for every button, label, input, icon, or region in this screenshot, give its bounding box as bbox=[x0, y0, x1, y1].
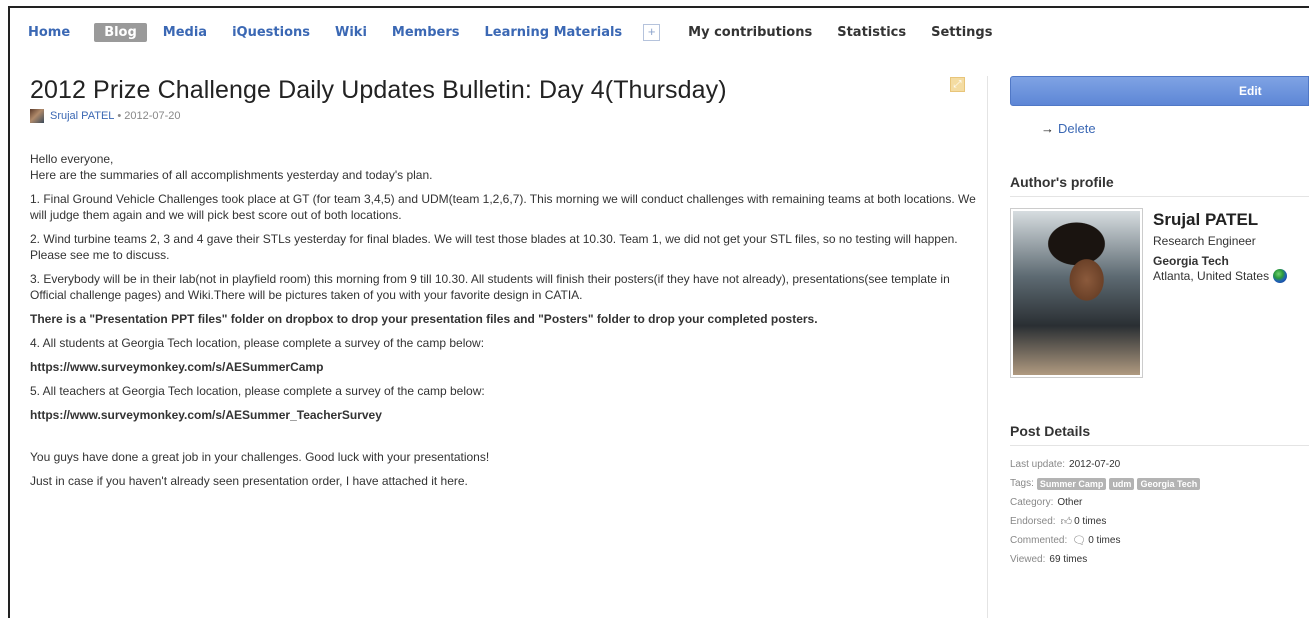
post-date: 2012-07-20 bbox=[124, 110, 181, 122]
nav-my-contributions[interactable]: My contributions bbox=[688, 25, 812, 40]
nav-blog[interactable]: Blog bbox=[94, 22, 147, 42]
profile-location-text: Atlanta, United States bbox=[1153, 269, 1270, 283]
byline-separator: • bbox=[117, 110, 122, 122]
profile-org: Georgia Tech bbox=[1153, 254, 1229, 268]
post-byline: Srujal PATEL • 2012-07-20 bbox=[30, 109, 970, 123]
comment-icon[interactable]: 🗨︎ bbox=[1072, 534, 1086, 547]
post-details-heading: Post Details bbox=[1010, 423, 1309, 446]
paragraph-6: You guys have done a great job in your c… bbox=[30, 450, 490, 464]
category-label: Category: bbox=[1010, 497, 1054, 508]
commented-label: Commented: bbox=[1010, 535, 1068, 546]
paragraph-2: 2. Wind turbine teams 2, 3 and 4 gave th… bbox=[30, 232, 958, 262]
post-body: Hello everyone, Here are the summaries o… bbox=[30, 151, 978, 497]
profile-role: Research Engineer bbox=[1153, 234, 1256, 248]
nav-iquestions[interactable]: iQuestions bbox=[232, 25, 310, 40]
detail-category: Category: Other bbox=[1010, 493, 1200, 512]
tag-georgia-tech[interactable]: Georgia Tech bbox=[1137, 477, 1201, 490]
author-link[interactable]: Srujal PATEL bbox=[50, 110, 114, 122]
paragraph-4: 4. All students at Georgia Tech location… bbox=[30, 336, 485, 350]
greeting-line: Hello everyone, bbox=[30, 152, 114, 166]
nav-members[interactable]: Members bbox=[392, 25, 460, 40]
author-avatar[interactable] bbox=[30, 109, 44, 123]
globe-icon bbox=[1273, 269, 1288, 283]
nav-home[interactable]: Home bbox=[28, 25, 70, 40]
last-update-value: 2012-07-20 bbox=[1069, 459, 1121, 470]
endorsed-value: 0 times bbox=[1074, 516, 1107, 527]
detail-endorsed: Endorsed: 👍︎ 0 times bbox=[1010, 512, 1200, 531]
add-tab-icon[interactable]: + bbox=[643, 23, 661, 41]
post-title: 2012 Prize Challenge Daily Updates Bulle… bbox=[30, 76, 727, 104]
category-value: Other bbox=[1057, 497, 1083, 508]
collapse-icon[interactable]: ⤢ bbox=[950, 77, 965, 92]
delete-link[interactable]: → Delete bbox=[1041, 121, 1096, 136]
profile-location: Atlanta, United States bbox=[1153, 269, 1288, 283]
thumbs-up-icon[interactable]: 👍︎ bbox=[1061, 515, 1073, 528]
nav-learning-materials[interactable]: Learning Materials bbox=[485, 25, 623, 40]
column-divider bbox=[987, 76, 988, 618]
last-update-label: Last update: bbox=[1010, 459, 1066, 470]
delete-label[interactable]: Delete bbox=[1058, 121, 1096, 136]
detail-tags: Tags: Summer Camp udm Georgia Tech bbox=[1010, 474, 1201, 493]
detail-last-update: Last update: 2012-07-20 bbox=[1010, 455, 1200, 474]
profile-photo[interactable] bbox=[1010, 208, 1143, 378]
post-header: 2012 Prize Challenge Daily Updates Bulle… bbox=[30, 76, 970, 123]
arrow-right-icon: → bbox=[1041, 121, 1054, 136]
viewed-label: Viewed: bbox=[1010, 554, 1046, 565]
nav-media[interactable]: Media bbox=[163, 25, 207, 40]
nav-wiki[interactable]: Wiki bbox=[335, 25, 367, 40]
top-nav: Home Blog Media iQuestions Wiki Members … bbox=[28, 14, 1017, 50]
endorsed-label: Endorsed: bbox=[1010, 516, 1056, 527]
profile-name[interactable]: Srujal PATEL bbox=[1153, 210, 1287, 230]
nav-statistics[interactable]: Statistics bbox=[837, 25, 906, 40]
detail-viewed: Viewed: 69 times bbox=[1010, 550, 1200, 569]
intro-line: Here are the summaries of all accomplish… bbox=[30, 168, 433, 182]
paragraph-7: Just in case if you haven't already seen… bbox=[30, 474, 468, 488]
profile-info: Srujal PATEL Research Engineer Georgia T… bbox=[1153, 210, 1288, 283]
tags-label: Tags: bbox=[1010, 478, 1034, 489]
tag-summer-camp[interactable]: Summer Camp bbox=[1036, 477, 1107, 490]
detail-commented: Commented: 🗨︎ 0 times bbox=[1010, 531, 1200, 550]
author-profile-heading: Author's profile bbox=[1010, 174, 1309, 197]
paragraph-5: 5. All teachers at Georgia Tech location… bbox=[30, 384, 485, 398]
commented-value: 0 times bbox=[1088, 535, 1121, 546]
paragraph-3: 3. Everybody will be in their lab(not in… bbox=[30, 272, 950, 302]
student-survey-link[interactable]: https://www.surveymonkey.com/s/AESummerC… bbox=[30, 359, 978, 375]
tag-udm[interactable]: udm bbox=[1109, 477, 1135, 490]
edit-button[interactable]: Edit bbox=[1010, 76, 1309, 106]
nav-settings[interactable]: Settings bbox=[931, 25, 992, 40]
teacher-survey-link[interactable]: https://www.surveymonkey.com/s/AESummer_… bbox=[30, 407, 978, 423]
post-details: Last update: 2012-07-20 Tags: Summer Cam… bbox=[1010, 455, 1201, 569]
profile-photo-image bbox=[1013, 211, 1140, 375]
dropbox-notice: There is a "Presentation PPT files" fold… bbox=[30, 312, 818, 326]
viewed-value: 69 times bbox=[1049, 554, 1088, 565]
paragraph-1: 1. Final Ground Vehicle Challenges took … bbox=[30, 192, 976, 222]
